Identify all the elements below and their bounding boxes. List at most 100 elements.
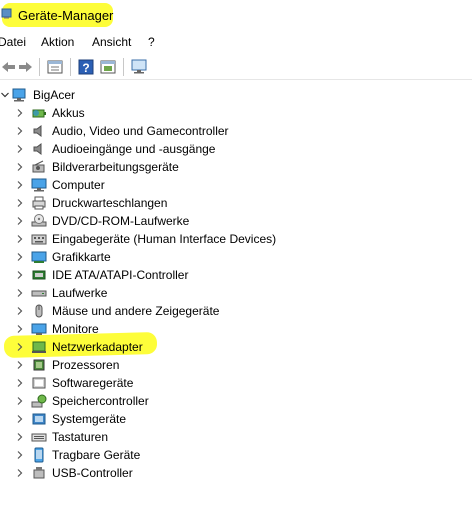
ide-controller-icon (32, 270, 46, 280)
chevron-right-icon[interactable] (15, 396, 25, 406)
chevron-right-icon[interactable] (15, 252, 25, 262)
chevron-right-icon[interactable] (15, 342, 25, 352)
tree-category-15[interactable]: Prozessoren (0, 356, 472, 374)
tree-category-2[interactable]: Audio, Video und Gamecontroller (0, 122, 472, 140)
chevron-right-icon[interactable] (15, 432, 25, 442)
computer-root-icon (12, 88, 26, 102)
menu-ansicht[interactable]: Ansicht (92, 35, 131, 49)
speaker-icon (33, 143, 42, 155)
mouse-icon (35, 304, 43, 318)
chevron-right-icon[interactable] (15, 126, 25, 136)
tree-category-19[interactable]: Tastaturen (0, 428, 472, 446)
menu-bar: Datei Aktion Ansicht ? (0, 32, 472, 52)
processor-icon (33, 359, 45, 371)
tree-category-label: Mäuse und andere Zeigegeräte (52, 304, 220, 318)
driver-update-icon[interactable] (99, 58, 117, 76)
tree-category-label: Audio, Video und Gamecontroller (52, 124, 229, 138)
printer-icon (32, 196, 46, 210)
tree-category-label: Softwaregeräte (52, 376, 134, 390)
tree-category-label: Grafikkarte (52, 250, 111, 264)
menu-help[interactable]: ? (148, 35, 155, 49)
tree-category-10[interactable]: IDE ATA/ATAPI-Controller (0, 266, 472, 284)
display-adapter-icon (31, 251, 47, 263)
chevron-right-icon[interactable] (15, 180, 25, 190)
tree-category-21[interactable]: USB-Controller (0, 464, 472, 482)
chevron-right-icon[interactable] (15, 288, 25, 298)
chevron-right-icon[interactable] (15, 468, 25, 478)
computer-icon (31, 178, 47, 192)
chevron-right-icon[interactable] (15, 414, 25, 424)
tree-category-20[interactable]: Tragbare Geräte (0, 446, 472, 464)
chevron-down-icon[interactable] (0, 90, 10, 100)
software-device-icon (32, 377, 46, 389)
toolbar-separator (123, 58, 124, 76)
tree-category-label: Bildverarbeitungsgeräte (52, 160, 179, 174)
device-manager-app-icon (1, 8, 12, 19)
chevron-right-icon[interactable] (15, 324, 25, 334)
tree-category-label: Tragbare Geräte (52, 448, 141, 462)
chevron-right-icon[interactable] (15, 198, 25, 208)
tree-category-label: IDE ATA/ATAPI-Controller (52, 268, 189, 282)
chevron-right-icon[interactable] (15, 162, 25, 172)
chevron-right-icon[interactable] (15, 306, 25, 316)
battery-icon (32, 109, 46, 118)
tree-category-5[interactable]: Computer (0, 176, 472, 194)
tree-category-6[interactable]: Druckwarteschlangen (0, 194, 472, 212)
title-bar: Geräte-Manager (0, 0, 472, 30)
forward-arrow-icon[interactable] (16, 58, 34, 76)
tree-category-1[interactable]: Akkus (0, 104, 472, 122)
toolbar-separator (70, 58, 71, 76)
disc-drive-icon (31, 214, 47, 227)
tree-category-label: Systemgeräte (52, 412, 127, 426)
monitor-icon (31, 323, 47, 335)
tree-category-8[interactable]: Eingabegeräte (Human Interface Devices) (0, 230, 472, 248)
tree-category-label: Audioeingänge und -ausgänge (52, 142, 216, 156)
tree-category-4[interactable]: Bildverarbeitungsgeräte (0, 158, 472, 176)
chevron-right-icon[interactable] (15, 144, 25, 154)
storage-controller-icon (31, 394, 47, 408)
tree-category-12[interactable]: Mäuse und andere Zeigegeräte (0, 302, 472, 320)
tree-category-label: USB-Controller (52, 466, 133, 480)
tree-category-18[interactable]: Systemgeräte (0, 410, 472, 428)
monitor-scan-icon[interactable] (130, 58, 148, 76)
usb-icon (33, 467, 45, 479)
tree-category-3[interactable]: Audioeingänge und -ausgänge (0, 140, 472, 158)
tree-category-7[interactable]: DVD/CD-ROM-Laufwerke (0, 212, 472, 230)
chevron-right-icon[interactable] (15, 450, 25, 460)
help-icon[interactable]: ? (77, 58, 95, 76)
properties-icon[interactable] (46, 58, 64, 76)
tree-category-label: Eingabegeräte (Human Interface Devices) (52, 232, 277, 246)
disk-drive-icon (31, 290, 47, 297)
chevron-right-icon[interactable] (15, 378, 25, 388)
tree-category-label: Druckwarteschlangen (52, 196, 168, 210)
camera-icon (32, 160, 45, 173)
network-adapter-icon (32, 341, 46, 353)
tree-category-label: Computer (52, 178, 105, 192)
tree-category-13[interactable]: Monitore (0, 320, 472, 338)
tree-category-label: Monitore (52, 322, 99, 336)
system-device-icon (32, 413, 46, 425)
tree-category-label: DVD/CD-ROM-Laufwerke (52, 214, 190, 228)
chevron-right-icon[interactable] (15, 108, 25, 118)
tree-category-11[interactable]: Laufwerke (0, 284, 472, 302)
tree-category-14[interactable]: Netzwerkadapter (0, 338, 472, 356)
tree-category-17[interactable]: Speichercontroller (0, 392, 472, 410)
tree-category-label: Akkus (52, 106, 85, 120)
toolbar-separator (39, 58, 40, 76)
chevron-right-icon[interactable] (15, 360, 25, 370)
hid-icon (31, 234, 47, 245)
chevron-right-icon[interactable] (15, 216, 25, 226)
tree-category-16[interactable]: Softwaregeräte (0, 374, 472, 392)
tree-category-9[interactable]: Grafikkarte (0, 248, 472, 266)
svg-text:?: ? (82, 61, 89, 75)
chevron-right-icon[interactable] (15, 270, 25, 280)
device-tree[interactable]: BigAcer Akkus Audio, Video und Gamecontro… (0, 84, 472, 484)
keyboard-icon (31, 433, 47, 442)
chevron-right-icon[interactable] (15, 234, 25, 244)
tree-root-node[interactable]: BigAcer (0, 86, 472, 104)
tree-category-label: Prozessoren (52, 358, 120, 372)
menu-datei[interactable]: Datei (0, 35, 26, 49)
menu-aktion[interactable]: Aktion (41, 35, 74, 49)
portable-device-icon (34, 447, 44, 463)
tree-root-label: BigAcer (33, 88, 76, 102)
